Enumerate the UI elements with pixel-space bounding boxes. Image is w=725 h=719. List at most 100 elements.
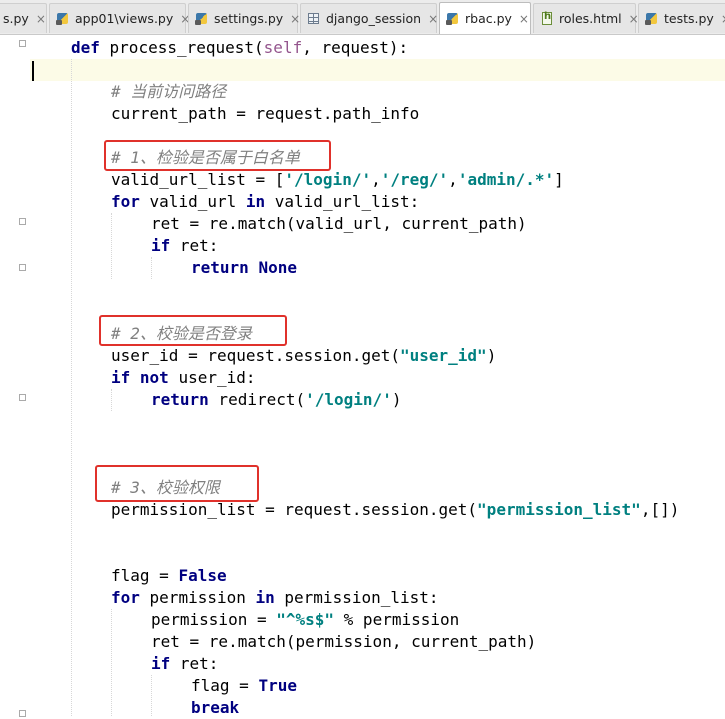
code-text: user_id: bbox=[168, 368, 256, 387]
tab-label: settings.py bbox=[214, 11, 284, 26]
comment-current-path: # 当前访问路径 bbox=[111, 82, 227, 101]
close-icon[interactable]: × bbox=[519, 12, 529, 26]
indent-guide bbox=[151, 675, 152, 716]
code-text: % permission bbox=[334, 610, 460, 629]
code-line-current-path: current_path = request.path_info bbox=[111, 104, 420, 123]
keyword: if bbox=[111, 368, 131, 387]
highlight-box-login bbox=[99, 315, 287, 346]
table-icon bbox=[307, 12, 321, 26]
keyword: if bbox=[151, 236, 171, 255]
keyword: not bbox=[139, 368, 169, 387]
code-line-flag-false: flag = False bbox=[111, 565, 227, 587]
keyword: True bbox=[258, 676, 297, 695]
keyword: def bbox=[71, 38, 100, 57]
string-literal: '/login/' bbox=[305, 390, 392, 409]
self-keyword: self bbox=[263, 38, 303, 57]
code-line-ret-match-url: ret = re.match(valid_url, current_path) bbox=[151, 214, 527, 233]
code-text: redirect( bbox=[208, 390, 306, 409]
code-text: flag = bbox=[191, 676, 259, 695]
current-line-highlight bbox=[30, 59, 725, 81]
string-literal: 'admin/.*' bbox=[457, 170, 555, 189]
string-literal: "^%s$" bbox=[276, 610, 335, 629]
code-line-for-permission: for permission in permission_list: bbox=[111, 587, 439, 609]
code-line-permission-list: permission_list = request.session.get("p… bbox=[111, 499, 679, 521]
tab-label: roles.html bbox=[559, 11, 622, 26]
code-text: valid_url_list = [ bbox=[111, 170, 285, 189]
indent-guide bbox=[111, 609, 112, 716]
code-text: , bbox=[448, 170, 458, 189]
code-line-flag-true: flag = True bbox=[191, 675, 297, 697]
keyword: return bbox=[191, 258, 249, 277]
tab-rbac-py[interactable]: rbac.py × bbox=[439, 2, 531, 34]
code-text: valid_url bbox=[139, 192, 246, 211]
indent-guide bbox=[151, 257, 152, 279]
tab-django-session[interactable]: django_session × bbox=[300, 3, 438, 33]
code-text: ) bbox=[391, 390, 402, 409]
code-line-for-valid-url: for valid_url in valid_url_list: bbox=[111, 191, 419, 213]
tab-label: app01\views.py bbox=[75, 11, 174, 26]
code-text: , bbox=[371, 170, 381, 189]
code-line-permission-regex: permission = "^%s$" % permission bbox=[151, 609, 459, 631]
close-icon[interactable]: × bbox=[36, 12, 46, 26]
code-text: valid_url_list: bbox=[265, 192, 420, 211]
code-text: flag = bbox=[111, 566, 179, 585]
keyword: None bbox=[258, 258, 297, 277]
keyword: False bbox=[178, 566, 227, 585]
tab-label: django_session bbox=[326, 11, 422, 26]
code-line-if-not-user-id: if not user_id: bbox=[111, 367, 256, 389]
html-file-icon bbox=[540, 11, 554, 26]
keyword: in bbox=[245, 192, 266, 211]
fold-marker-icon[interactable] bbox=[19, 40, 26, 47]
keyword: for bbox=[111, 192, 140, 211]
editor-tab-bar: s.py × app01\views.py × settings.py × dj… bbox=[0, 0, 725, 35]
code-line-return-none: return None bbox=[191, 257, 297, 279]
tab-label: rbac.py bbox=[465, 11, 512, 26]
fold-marker-icon[interactable] bbox=[19, 394, 26, 401]
code-text: process_request( bbox=[99, 38, 264, 57]
tab-app01-views-py[interactable]: app01\views.py × bbox=[49, 3, 190, 33]
code-text: ) bbox=[486, 346, 497, 365]
code-text: , request): bbox=[302, 38, 409, 57]
close-icon[interactable]: × bbox=[290, 12, 300, 26]
code-text: permission_list = request.session.get( bbox=[111, 500, 478, 519]
code-text: permission_list: bbox=[274, 588, 439, 607]
code-text: permission = bbox=[151, 610, 277, 629]
keyword: if bbox=[151, 654, 171, 673]
python-file-icon bbox=[56, 12, 70, 26]
python-file-icon bbox=[446, 12, 460, 26]
code-line-ret-match-permission: ret = re.match(permission, current_path) bbox=[151, 632, 537, 651]
tab-s-py[interactable]: s.py × bbox=[0, 3, 47, 33]
keyword: in bbox=[255, 588, 275, 607]
tab-label: s.py bbox=[3, 11, 29, 26]
text-caret bbox=[32, 61, 34, 81]
code-line-valid-url-list: valid_url_list = ['/login/','/reg/','adm… bbox=[111, 169, 564, 191]
tab-label: tests.py bbox=[664, 11, 714, 26]
fold-marker-icon[interactable] bbox=[19, 264, 26, 271]
code-text: permission bbox=[139, 588, 256, 607]
code-editor[interactable]: def process_request(self, request): # 当前… bbox=[0, 35, 725, 717]
keyword: for bbox=[111, 588, 140, 607]
code-line-def: def process_request(self, request): bbox=[71, 37, 408, 59]
highlight-box-whitelist bbox=[104, 140, 331, 171]
close-icon[interactable]: × bbox=[428, 12, 438, 26]
code-line-user-id: user_id = request.session.get("user_id") bbox=[111, 345, 496, 367]
highlight-box-permission bbox=[95, 465, 259, 502]
close-icon[interactable]: × bbox=[721, 12, 725, 26]
code-line-return-redirect: return redirect('/login/') bbox=[151, 389, 401, 411]
indent-guide bbox=[111, 389, 112, 411]
python-file-icon bbox=[195, 12, 209, 26]
fold-marker-icon[interactable] bbox=[19, 218, 26, 225]
code-text: ret: bbox=[170, 654, 219, 673]
tab-settings-py[interactable]: settings.py × bbox=[188, 3, 300, 33]
keyword: return bbox=[151, 390, 209, 409]
string-literal: '/reg/' bbox=[380, 170, 449, 189]
tab-roles-html[interactable]: roles.html × bbox=[533, 3, 639, 33]
string-literal: "user_id" bbox=[399, 346, 487, 365]
code-line-if-ret: if ret: bbox=[151, 235, 218, 257]
code-text: ] bbox=[554, 170, 564, 189]
indent-guide bbox=[111, 213, 112, 279]
code-line-if-ret-2: if ret: bbox=[151, 653, 218, 675]
tab-tests-py[interactable]: tests.py × bbox=[638, 3, 725, 33]
string-literal: "permission_list" bbox=[477, 500, 641, 519]
indent-guide bbox=[71, 59, 72, 716]
